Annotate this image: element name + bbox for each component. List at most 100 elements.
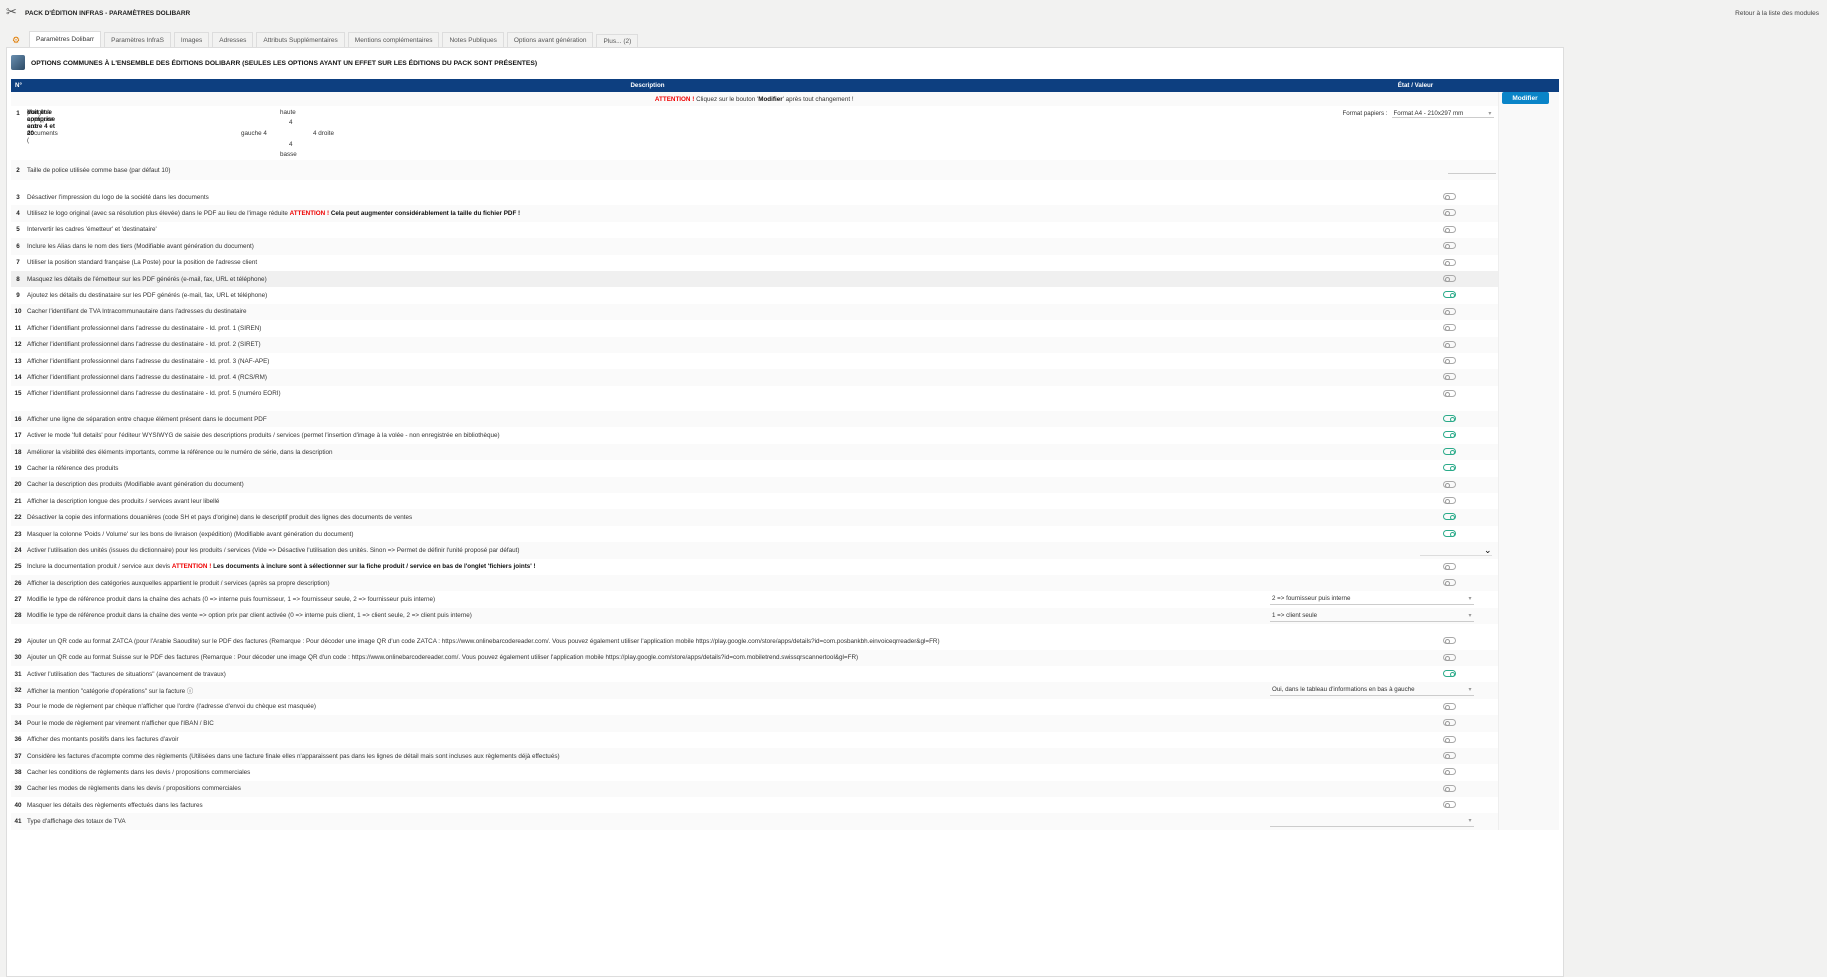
toggle-off[interactable] [1443, 193, 1456, 200]
row-number: 10 [11, 303, 23, 321]
spacer-cell [11, 402, 1498, 411]
row-text: Masquer les détails des règlements effec… [27, 801, 203, 809]
table-row: 36 Afficher des montants positifs dans le… [11, 731, 1559, 748]
row-value [1268, 221, 1498, 239]
row-value [1268, 476, 1498, 494]
tab-parametres-infras[interactable]: Paramètres InfraS [104, 32, 171, 48]
value-select[interactable]: 2 => fournisseur puis interne [1270, 594, 1474, 606]
spacer-row [11, 180, 1559, 189]
toggle-off[interactable] [1443, 324, 1456, 332]
paper-format-select[interactable]: Format A4 - 210x297 mm [1391, 110, 1494, 118]
table-row: 14 Afficher l'identifiant professionnel d… [11, 369, 1559, 386]
row-value [1268, 160, 1498, 180]
row-value [1268, 443, 1498, 461]
section-title: OPTIONS COMMUNES À L'ENSEMBLE DES ÉDITIO… [31, 60, 538, 67]
margin-left-input[interactable]: gauche 4 [241, 130, 267, 137]
toggle-off[interactable] [1443, 719, 1456, 727]
toggle-off[interactable] [1443, 274, 1456, 282]
toggle-off[interactable] [1443, 735, 1456, 743]
tab-adresses[interactable]: Adresses [212, 32, 254, 48]
tab-attributs[interactable]: Attributs Supplémentaires [256, 32, 345, 48]
attention-bold: Modifier [758, 95, 783, 103]
font-size-input[interactable] [1448, 162, 1496, 174]
toggle-off[interactable] [1443, 562, 1456, 570]
row-number: 33 [11, 698, 23, 716]
toggle-off[interactable] [1443, 373, 1456, 381]
toggle-off[interactable] [1443, 768, 1456, 776]
table-row: 17 Activer le mode 'full details' pour l'… [11, 427, 1559, 444]
toggle-off[interactable] [1443, 258, 1456, 266]
row-text: Afficher des montants positifs dans les … [27, 736, 179, 744]
toggle-off[interactable] [1443, 497, 1456, 505]
toggle-on[interactable] [1443, 447, 1456, 455]
row-number: 16 [11, 411, 23, 428]
spacer-row [11, 402, 1559, 411]
toggle-off[interactable] [1443, 702, 1456, 710]
table-row: 41 Type d'affichage des totaux de TVA [11, 813, 1559, 830]
toggle-on[interactable] [1443, 415, 1456, 423]
toggle-off[interactable] [1443, 242, 1456, 250]
tab-parametres-dolibarr[interactable]: Paramètres Dolibarr [29, 31, 102, 48]
toggle-off[interactable] [1443, 784, 1456, 792]
row-text: Pour le mode de règlement par chèque n'a… [27, 703, 316, 711]
row-description: Afficher la description longue des produ… [23, 493, 1268, 510]
table-row: 20 Cacher la description des produits (Mo… [11, 476, 1559, 494]
tools-icon: ✂ [6, 4, 17, 19]
tab-images[interactable]: Images [173, 32, 210, 48]
toggle-off[interactable] [1443, 637, 1456, 645]
toggle-on[interactable] [1443, 291, 1456, 299]
back-to-modules-link[interactable]: Retour à la liste des modules [1735, 10, 1819, 17]
row-number: 4 [11, 205, 23, 222]
tab-more[interactable]: Plus... (2) [596, 34, 639, 48]
tab-mentions[interactable]: Mentions complémentaires [347, 32, 440, 48]
table-row: 9 Ajoutez les détails du destinataire sur… [11, 287, 1559, 304]
margin-top-input[interactable]: 4 [289, 119, 293, 126]
toggle-on[interactable] [1443, 431, 1456, 439]
row-number: 17 [11, 427, 23, 444]
margin-right-input[interactable]: 4 droite [313, 130, 334, 137]
toggle-on[interactable] [1443, 464, 1456, 472]
row-text: Inclure la documentation produit / servi… [27, 563, 172, 571]
toggle-on[interactable] [1443, 513, 1456, 521]
toggle-off[interactable] [1443, 356, 1456, 364]
tab-options-avant-generation[interactable]: Options avant génération [506, 32, 594, 48]
toggle-off[interactable] [1443, 578, 1456, 586]
row-value [1268, 287, 1498, 304]
row-text: Ajoutez les détails du destinataire sur … [27, 292, 268, 300]
value-select[interactable]: 1 => client seule [1270, 611, 1474, 622]
table-row: 12 Afficher l'identifiant professionnel d… [11, 336, 1559, 353]
row-text: Afficher la description longue des produ… [27, 497, 220, 505]
tab-notes-publiques[interactable]: Notes Publiques [442, 32, 504, 48]
toggle-off[interactable] [1443, 653, 1456, 661]
toggle-off[interactable] [1443, 389, 1456, 397]
toggle-off[interactable] [1443, 340, 1456, 348]
table-row: 2 Taille de police utilisée comme base (p… [11, 160, 1559, 180]
row-description: Afficher l'identifiant professionnel dan… [23, 385, 1268, 403]
toggle-off[interactable] [1443, 307, 1456, 315]
table-row: 37 Considère les factures d'acompte comme… [11, 747, 1559, 765]
row-description: Afficher la mention "catégorie d'opérati… [23, 682, 1268, 699]
row-number: 1 [11, 106, 23, 160]
row-value [1268, 764, 1498, 781]
toggle-off[interactable] [1443, 209, 1456, 217]
toggle-on[interactable] [1443, 529, 1456, 537]
table-row: 15 Afficher l'identifiant professionnel d… [11, 385, 1559, 403]
toggle-off[interactable] [1443, 225, 1456, 233]
margin-bottom-input[interactable]: 4 [289, 141, 293, 148]
row-description: Cacher la description des produits (Modi… [23, 476, 1268, 494]
value-select[interactable]: Oui, dans le tableau d'informations en b… [1270, 685, 1474, 697]
row-number: 9 [11, 287, 23, 304]
row-text: Modifie le type de référence produit dan… [27, 612, 472, 620]
modifier-button[interactable]: Modifier [1501, 92, 1549, 104]
row-text: Afficher une ligne de séparation entre c… [27, 415, 267, 423]
row-description: Améliorer la visibilité des éléments imp… [23, 443, 1268, 461]
toggle-off[interactable] [1443, 751, 1456, 759]
units-select[interactable]: ⌄ [1420, 545, 1492, 557]
row-text: Taille de police utilisée comme base (pa… [27, 166, 171, 174]
toggle-off[interactable] [1443, 801, 1456, 809]
row-description: Afficher l'identifiant professionnel dan… [23, 320, 1268, 337]
value-select[interactable] [1270, 816, 1474, 828]
section-icon [11, 55, 25, 70]
toggle-on[interactable] [1443, 669, 1456, 677]
toggle-off[interactable] [1443, 480, 1456, 488]
